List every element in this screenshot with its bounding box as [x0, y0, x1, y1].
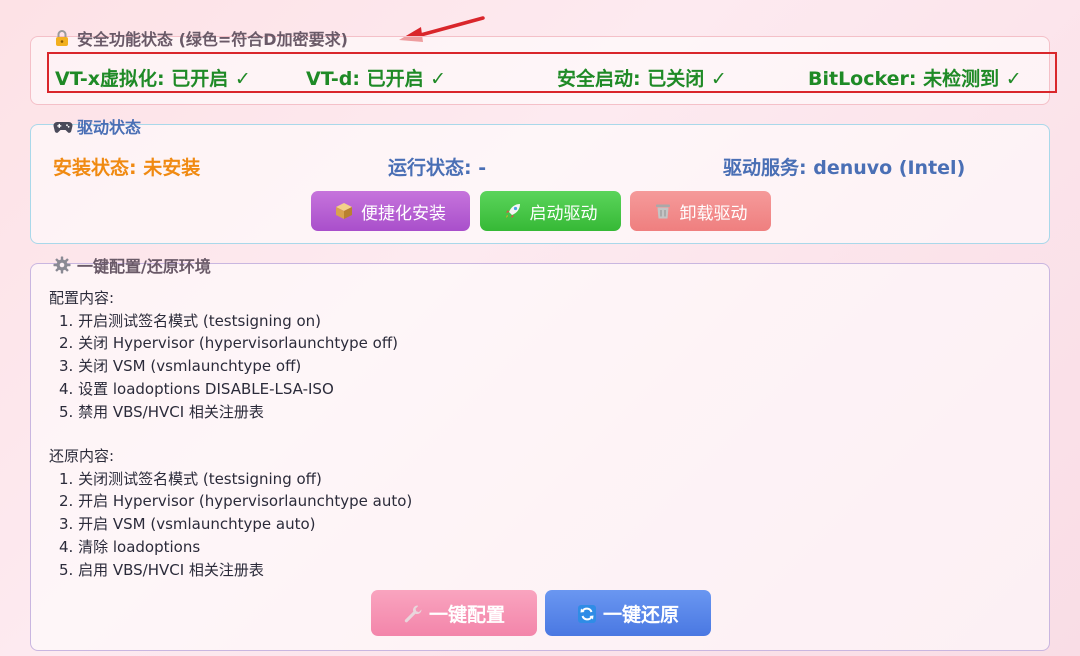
gear-icon	[53, 256, 71, 274]
driver-group-title: 驱动状态	[77, 118, 142, 137]
driver-status-group: 驱动状态 安装状态: 未安装 运行状态: - 驱动服务: denuvo (Int…	[30, 118, 1050, 244]
start-driver-label: 启动驱动	[529, 203, 598, 223]
vtd-status: VT-d: 已开启 ✓	[306, 68, 447, 90]
config-title: 配置内容:	[49, 289, 115, 307]
security-status-row: VT-x虚拟化: 已开启 ✓ VT-d: 已开启 ✓ 安全启动: 已关闭 ✓ B…	[47, 52, 1057, 93]
restore-content-block: 还原内容: 1. 关闭测试签名模式 (testsigning off) 2. 开…	[49, 445, 412, 581]
package-icon	[335, 202, 353, 220]
config-item: 3. 关闭 VSM (vsmlaunchtype off)	[59, 357, 302, 376]
config-item: 5. 禁用 VBS/HVCI 相关注册表	[59, 402, 264, 421]
restore-item: 1. 关闭测试签名模式 (testsigning off)	[59, 469, 322, 488]
one-click-config-label: 一键配置	[428, 604, 505, 626]
driver-service: 驱动服务: denuvo (Intel)	[723, 157, 966, 179]
config-restore-group: 一键配置/还原环境 配置内容: 1. 开启测试签名模式 (testsigning…	[30, 256, 1050, 651]
config-item: 4. 设置 loadoptions DISABLE-LSA-ISO	[59, 379, 334, 398]
security-group-title: 安全功能状态 (绿色=符合D加密要求)	[77, 30, 348, 49]
gamepad-icon	[53, 117, 73, 135]
refresh-icon	[577, 604, 596, 623]
config-item: 1. 开启测试签名模式 (testsigning on)	[59, 311, 322, 330]
rocket-icon	[504, 202, 522, 220]
one-click-restore-button[interactable]: 一键还原	[545, 590, 711, 636]
run-status: 运行状态: -	[388, 157, 487, 179]
config-content-block: 配置内容: 1. 开启测试签名模式 (testsigning on) 2. 关闭…	[49, 287, 398, 423]
security-group-legend: 安全功能状态 (绿色=符合D加密要求)	[47, 26, 354, 50]
config-group-legend: 一键配置/还原环境	[47, 253, 217, 277]
trash-icon	[654, 202, 672, 220]
wrench-icon	[403, 604, 422, 623]
config-group-title: 一键配置/还原环境	[77, 257, 211, 276]
install-status: 安装状态: 未安装	[53, 157, 201, 179]
config-item: 2. 关闭 Hypervisor (hypervisorlaunchtype o…	[59, 334, 399, 353]
install-button[interactable]: 便捷化安装	[311, 191, 470, 231]
start-driver-button[interactable]: 启动驱动	[480, 191, 621, 231]
restore-title: 还原内容:	[49, 447, 115, 465]
restore-item: 4. 清除 loadoptions	[59, 537, 201, 556]
driver-group-legend: 驱动状态	[47, 114, 147, 138]
bitlocker-status: BitLocker: 未检测到 ✓	[808, 68, 1022, 90]
uninstall-driver-label: 卸载驱动	[679, 203, 748, 223]
uninstall-driver-button[interactable]: 卸载驱动	[630, 191, 771, 231]
restore-item: 2. 开启 Hypervisor (hypervisorlaunchtype a…	[59, 492, 413, 511]
security-status-group: 安全功能状态 (绿色=符合D加密要求) VT-x虚拟化: 已开启 ✓ VT-d:…	[30, 30, 1057, 105]
secure-boot-status: 安全启动: 已关闭 ✓	[557, 68, 727, 90]
one-click-restore-label: 一键还原	[602, 604, 679, 626]
install-button-label: 便捷化安装	[361, 203, 446, 223]
lock-icon	[53, 29, 71, 47]
restore-item: 3. 开启 VSM (vsmlaunchtype auto)	[59, 515, 316, 534]
restore-item: 5. 启用 VBS/HVCI 相关注册表	[59, 560, 264, 579]
one-click-config-button[interactable]: 一键配置	[371, 590, 537, 636]
vtx-status: VT-x虚拟化: 已开启 ✓	[55, 68, 251, 90]
